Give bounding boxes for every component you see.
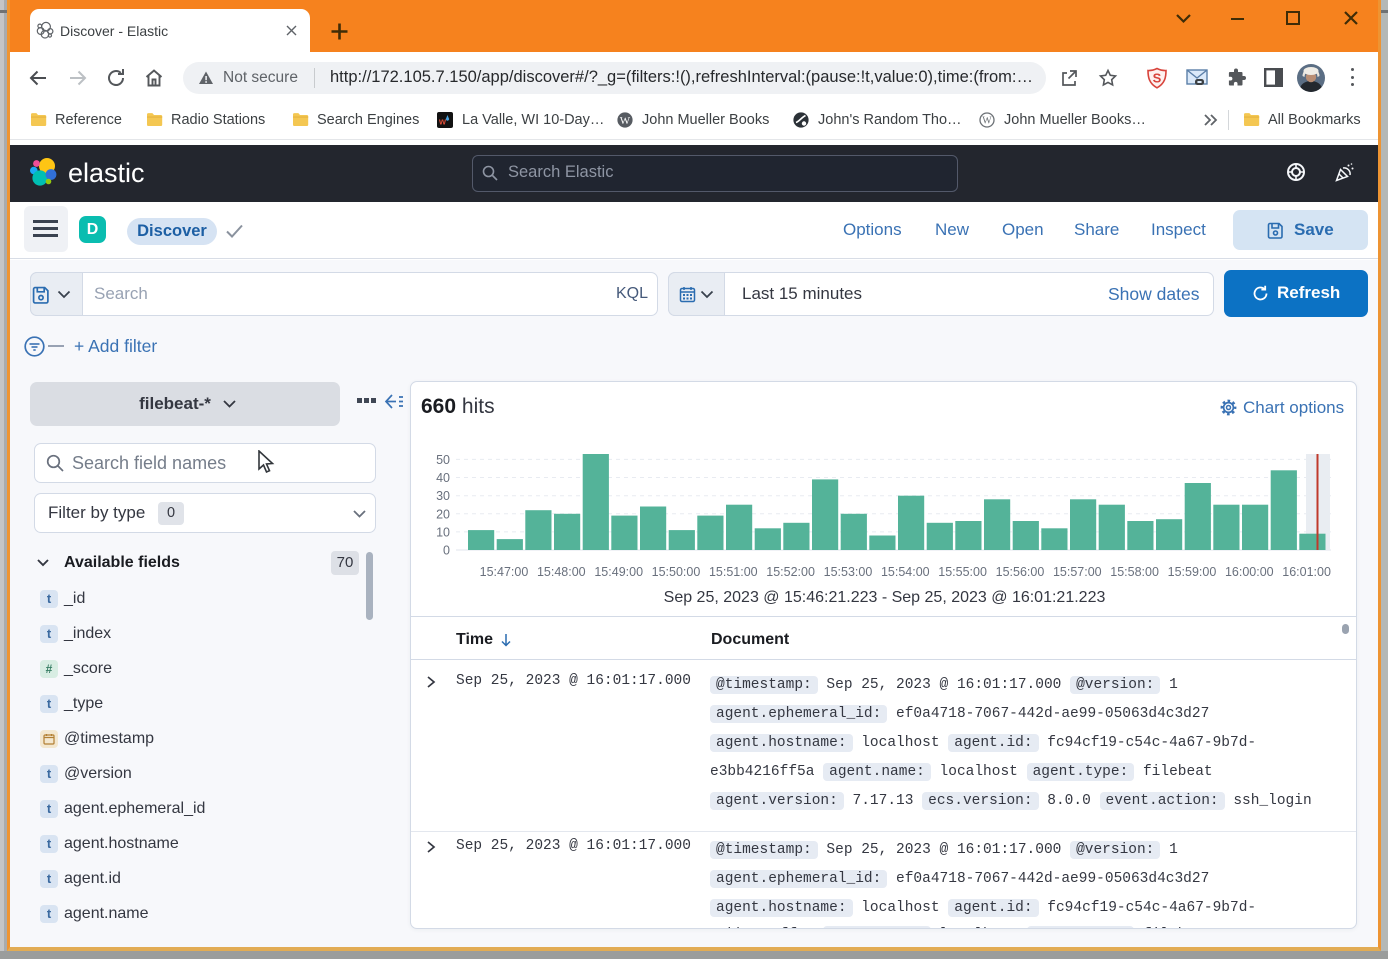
svg-text:0: 0: [443, 544, 450, 558]
svg-text:15:51:00: 15:51:00: [709, 565, 758, 579]
svg-text:15:49:00: 15:49:00: [594, 565, 643, 579]
svg-text:16:00:00: 16:00:00: [1225, 565, 1274, 579]
svg-text:15:53:00: 15:53:00: [824, 565, 873, 579]
svg-text:40: 40: [436, 471, 450, 485]
svg-text:16:01:00: 16:01:00: [1282, 565, 1331, 579]
svg-text:S: S: [1153, 71, 1162, 86]
svg-text:15:55:00: 15:55:00: [938, 565, 987, 579]
svg-text:15:50:00: 15:50:00: [652, 565, 701, 579]
svg-text:15:59:00: 15:59:00: [1168, 565, 1217, 579]
svg-text:50: 50: [436, 453, 450, 467]
svg-text:15:52:00: 15:52:00: [766, 565, 815, 579]
svg-text:15:48:00: 15:48:00: [537, 565, 586, 579]
svg-text:15:57:00: 15:57:00: [1053, 565, 1102, 579]
svg-text:15:56:00: 15:56:00: [996, 565, 1045, 579]
svg-text:15:47:00: 15:47:00: [480, 565, 529, 579]
svg-text:15:58:00: 15:58:00: [1110, 565, 1159, 579]
svg-text:30: 30: [436, 489, 450, 503]
svg-text:W: W: [982, 115, 992, 126]
svg-text:W: W: [620, 115, 631, 127]
svg-text:10: 10: [436, 525, 450, 539]
svg-text:15:54:00: 15:54:00: [881, 565, 930, 579]
svg-text:20: 20: [436, 507, 450, 521]
svg-text:w: w: [438, 117, 447, 127]
